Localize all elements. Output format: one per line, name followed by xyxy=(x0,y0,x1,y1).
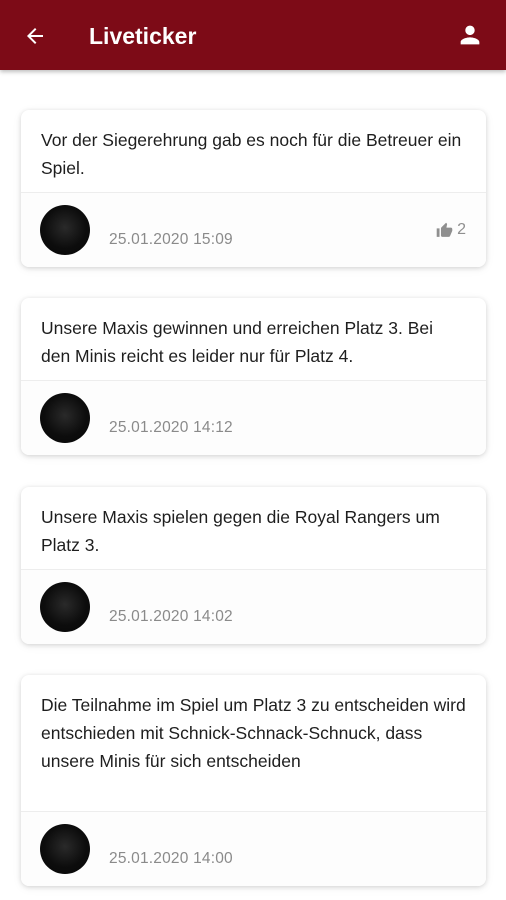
post-footer: 25.01.2020 14:02 xyxy=(21,569,486,644)
page-title: Liveticker xyxy=(89,23,197,49)
post-card: Die Teilnahme im Spiel um Platz 3 zu ent… xyxy=(21,675,486,886)
post-card: Unsere Maxis gewinnen und erreichen Plat… xyxy=(21,298,486,455)
person-icon xyxy=(460,25,480,45)
post-timestamp: 25.01.2020 15:09 xyxy=(109,231,233,248)
like-button[interactable]: 2 xyxy=(436,221,466,239)
like-count: 2 xyxy=(457,221,466,238)
back-button[interactable] xyxy=(16,17,54,55)
profile-button[interactable] xyxy=(452,17,488,53)
author-avatar[interactable] xyxy=(40,205,90,255)
post-text: Vor der Siegerehrung gab es noch für die… xyxy=(41,130,462,178)
thumbs-up-icon xyxy=(436,222,453,237)
author-avatar[interactable] xyxy=(40,824,90,874)
post-footer: 25.01.2020 14:00 xyxy=(21,811,486,886)
post-footer: 25.01.2020 14:12 xyxy=(21,380,486,455)
arrow-left-icon xyxy=(27,28,43,44)
post-footer: 25.01.2020 15:09 2 xyxy=(21,192,486,267)
post-timestamp: 25.01.2020 14:12 xyxy=(109,419,233,436)
app-bar: Liveticker xyxy=(0,0,506,70)
post-card: Unsere Maxis spielen gegen die Royal Ran… xyxy=(21,487,486,644)
author-avatar[interactable] xyxy=(40,582,90,632)
post-timestamp: 25.01.2020 14:02 xyxy=(109,608,233,625)
post-text: Unsere Maxis spielen gegen die Royal Ran… xyxy=(41,507,440,555)
post-text: Unsere Maxis gewinnen und erreichen Plat… xyxy=(41,318,434,366)
author-avatar[interactable] xyxy=(40,393,90,443)
post-text: Die Teilnahme im Spiel um Platz 3 zu ent… xyxy=(41,695,466,771)
post-card: Vor der Siegerehrung gab es noch für die… xyxy=(21,110,486,267)
post-timestamp: 25.01.2020 14:00 xyxy=(109,850,233,867)
